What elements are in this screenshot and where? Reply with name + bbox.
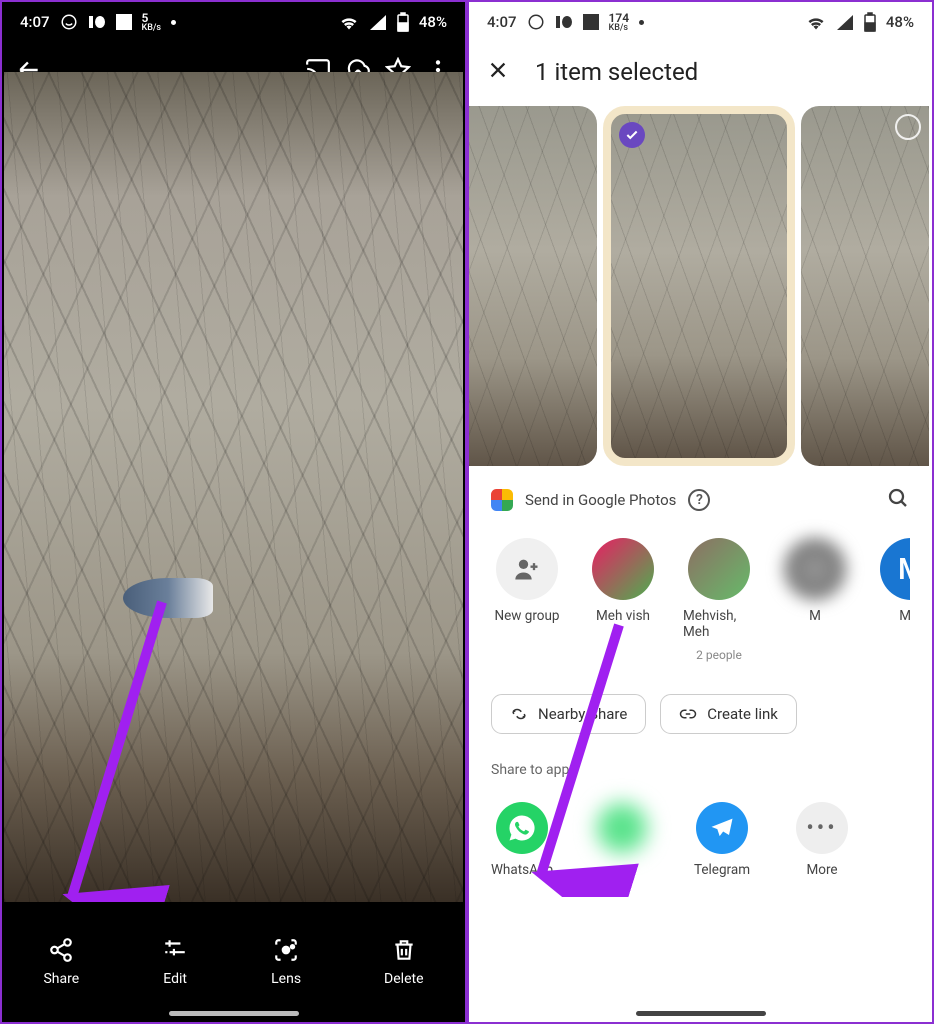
avatar: M — [880, 538, 910, 600]
nearby-share-button[interactable]: Nearby Share — [491, 694, 646, 734]
lens-button[interactable]: Lens — [271, 937, 301, 987]
data-rate: 174KB/s — [609, 12, 630, 33]
selection-title: 1 item selected — [535, 58, 698, 86]
blurred-app-icon — [596, 802, 648, 854]
contacts-row[interactable]: New group Meh vish Mehvish, Meh 2 people… — [491, 514, 910, 686]
app-blurred[interactable] — [591, 802, 653, 878]
status-bar: 4:07 5KB/s 48% — [2, 2, 465, 42]
send-in-photos-label: Send in Google Photos — [525, 491, 676, 509]
contact-blurred[interactable]: M — [779, 538, 851, 662]
battery-percent: 48% — [886, 13, 914, 31]
unchecked-icon — [895, 114, 921, 140]
bird-subject — [123, 578, 213, 618]
share-button[interactable]: Share — [43, 937, 79, 987]
clock: 4:07 — [20, 13, 50, 31]
signal-icon — [369, 14, 387, 30]
more-icon: ••• — [796, 802, 848, 854]
avatar — [688, 538, 750, 600]
check-icon — [619, 122, 645, 148]
create-link-button[interactable]: Create link — [660, 694, 797, 734]
whatsapp-status-icon — [527, 13, 545, 31]
square-icon — [583, 14, 599, 30]
telegram-icon — [696, 802, 748, 854]
send-in-photos-row: Send in Google Photos ? — [491, 486, 910, 514]
share-to-apps-label: Share to apps — [491, 754, 910, 786]
whatsapp-button[interactable]: WhatsApp — [491, 802, 553, 878]
photo-bottom-bar: Share Edit Lens Delete — [2, 902, 465, 1022]
wifi-icon — [806, 14, 826, 30]
chip-row: Nearby Share Create link — [491, 686, 910, 754]
dot-icon — [639, 20, 644, 25]
apps-row: WhatsApp Telegram ••• More — [491, 786, 910, 894]
wifi-icon — [339, 14, 359, 30]
new-group-button[interactable]: New group — [491, 538, 563, 662]
contact-mehvish[interactable]: Meh vish — [587, 538, 659, 662]
avatar — [592, 538, 654, 600]
status-bar: 4:07 174KB/s 48% — [469, 2, 932, 42]
thumbnail-prev[interactable] — [469, 106, 597, 466]
share-section: Send in Google Photos ? New group Meh vi… — [469, 470, 932, 894]
google-photos-logo-icon — [491, 489, 513, 511]
battery-icon — [864, 12, 876, 32]
delete-button[interactable]: Delete — [384, 937, 423, 987]
id-icon — [555, 15, 573, 29]
thumbnail-row[interactable] — [469, 102, 932, 470]
signal-icon — [836, 14, 854, 30]
new-group-icon — [496, 538, 558, 600]
photo-viewport[interactable] — [4, 72, 463, 902]
square-icon — [116, 14, 132, 30]
photo-viewer-screen: 4:07 5KB/s 48% — [0, 0, 467, 1024]
thumbnail-next[interactable] — [801, 106, 929, 466]
edit-button[interactable]: Edit — [162, 937, 188, 987]
selection-header: 1 item selected — [469, 42, 932, 102]
whatsapp-status-icon — [60, 13, 78, 31]
gesture-bar — [636, 1011, 766, 1016]
whatsapp-icon — [496, 802, 548, 854]
id-icon — [88, 15, 106, 29]
share-sheet-screen: 4:07 174KB/s 48% 1 item selected — [467, 0, 934, 1024]
battery-icon — [397, 12, 409, 32]
contact-group[interactable]: Mehvish, Meh 2 people — [683, 538, 755, 662]
search-icon[interactable] — [886, 486, 910, 514]
contact-mm[interactable]: M MM — [875, 538, 910, 662]
avatar — [784, 538, 846, 600]
thumbnail-selected[interactable] — [603, 106, 795, 466]
battery-percent: 48% — [419, 13, 447, 31]
dot-icon — [171, 20, 176, 25]
gesture-bar — [169, 1011, 299, 1016]
help-icon[interactable]: ? — [688, 489, 710, 511]
close-button[interactable] — [487, 59, 509, 85]
clock: 4:07 — [487, 13, 517, 31]
telegram-button[interactable]: Telegram — [691, 802, 753, 878]
data-rate: 5KB/s — [142, 12, 162, 33]
more-apps-button[interactable]: ••• More — [791, 802, 853, 878]
